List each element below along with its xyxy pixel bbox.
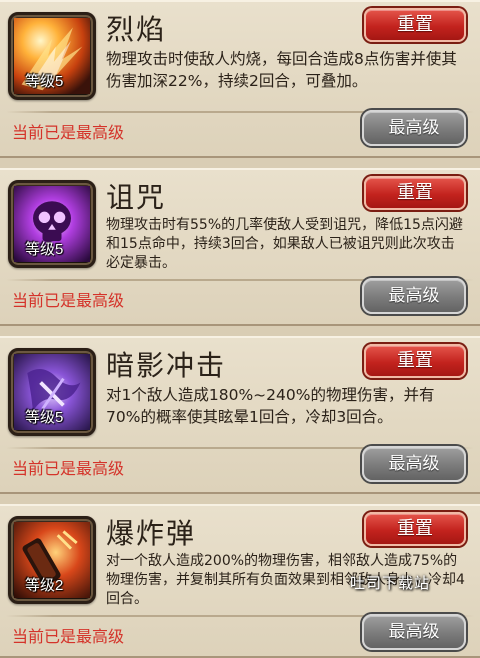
skill-card-curse: 等级5 诅咒 物理攻击时有55%的几率使敌人受到诅咒，降低15点闪避和15点命中… [0, 168, 480, 326]
skill-level: 等级5 [25, 73, 64, 90]
reset-button[interactable]: 重置 [364, 8, 466, 42]
reset-button[interactable]: 重置 [364, 512, 466, 546]
skill-description: 物理攻击时有55%的几率使敌人受到诅咒，降低15点闪避和15点命中，持续3回合，… [106, 217, 463, 271]
skill-name: 诅咒 [106, 181, 167, 214]
skill-name: 爆炸弹 [106, 517, 197, 550]
skill-name: 烈焰 [106, 13, 167, 46]
skill-level: 等级5 [25, 409, 64, 426]
max-level-button[interactable]: 最高级 [362, 446, 466, 482]
skill-level: 等级5 [25, 241, 64, 258]
skill-icon-frame[interactable]: 等级5 [8, 348, 96, 436]
status-text: 当前已是最高级 [12, 123, 125, 142]
max-level-button[interactable]: 最高级 [362, 614, 466, 650]
reset-button[interactable]: 重置 [364, 344, 466, 378]
skill-description: 物理攻击时使敌人灼烧，每回合造成8点伤害并使其伤害加深22%，持续2回合，可叠加… [106, 50, 457, 90]
skill-icon-frame[interactable]: 等级5 [8, 12, 96, 100]
skill-name: 暗影冲击 [106, 349, 227, 382]
status-text: 当前已是最高级 [12, 627, 125, 646]
watermark: 吐司下载站 [349, 574, 430, 592]
skill-description: 对1个敌人造成180%~240%的物理伤害，并有70%的概率使其眩晕1回合，冷却… [106, 386, 435, 426]
status-text: 当前已是最高级 [12, 459, 125, 478]
reset-button[interactable]: 重置 [364, 176, 466, 210]
max-level-button[interactable]: 最高级 [362, 110, 466, 146]
max-level-button[interactable]: 最高级 [362, 278, 466, 314]
skill-card-shadow-strike: 等级5 暗影冲击 对1个敌人造成180%~240%的物理伤害，并有70%的概率使… [0, 336, 480, 494]
skill-icon-frame[interactable]: 等级5 [8, 180, 96, 268]
skill-level: 等级2 [25, 577, 64, 594]
status-text: 当前已是最高级 [12, 291, 125, 310]
skill-card-flame: 等级5 烈焰 物理攻击时使敌人灼烧，每回合造成8点伤害并使其伤害加深22%，持续… [0, 0, 480, 158]
skill-icon-frame[interactable]: 等级2 [8, 516, 96, 604]
